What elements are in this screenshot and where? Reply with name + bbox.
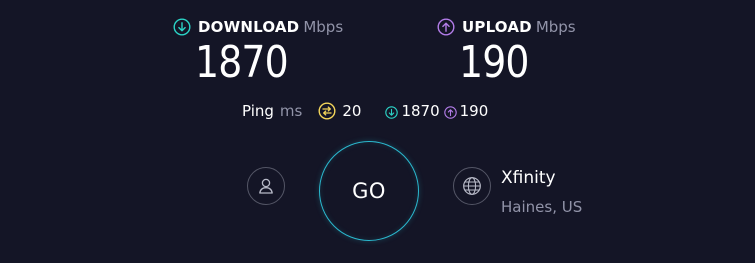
download-label: DOWNLOAD — [198, 18, 300, 36]
go-button-label: GO — [352, 179, 386, 203]
upload-label: UPLOAD — [462, 18, 532, 36]
upload-latency-icon — [443, 105, 457, 119]
download-unit: Mbps — [303, 18, 344, 36]
go-button[interactable]: GO — [319, 141, 419, 241]
idle-latency-icon — [318, 102, 336, 120]
upload-arrow-circle-icon — [437, 18, 455, 36]
upload-unit: Mbps — [535, 18, 576, 36]
ping-download-value: 1870 — [401, 102, 440, 120]
upload-header: UPLOAD Mbps — [437, 17, 576, 37]
user-icon — [256, 176, 276, 196]
ping-upload-value: 190 — [459, 102, 489, 120]
upload-metric: UPLOAD Mbps — [437, 17, 576, 37]
change-server-button[interactable] — [453, 167, 491, 205]
download-value: 1870 — [195, 37, 289, 88]
download-latency-icon — [385, 105, 399, 119]
ping-idle-value: 20 — [342, 102, 362, 120]
download-metric: DOWNLOAD Mbps — [173, 17, 343, 37]
download-header: DOWNLOAD Mbps — [173, 17, 343, 37]
download-arrow-circle-icon — [173, 18, 191, 36]
upload-value: 190 — [459, 37, 530, 88]
provider-location: Haines, US — [501, 198, 583, 216]
ping-label: Ping — [242, 102, 274, 120]
account-button[interactable] — [247, 167, 285, 205]
globe-icon — [461, 175, 483, 197]
ping-unit: ms — [279, 102, 303, 120]
ping-row: Ping ms 20 1870 190 — [242, 100, 488, 122]
provider-name[interactable]: Xfinity — [501, 168, 556, 188]
